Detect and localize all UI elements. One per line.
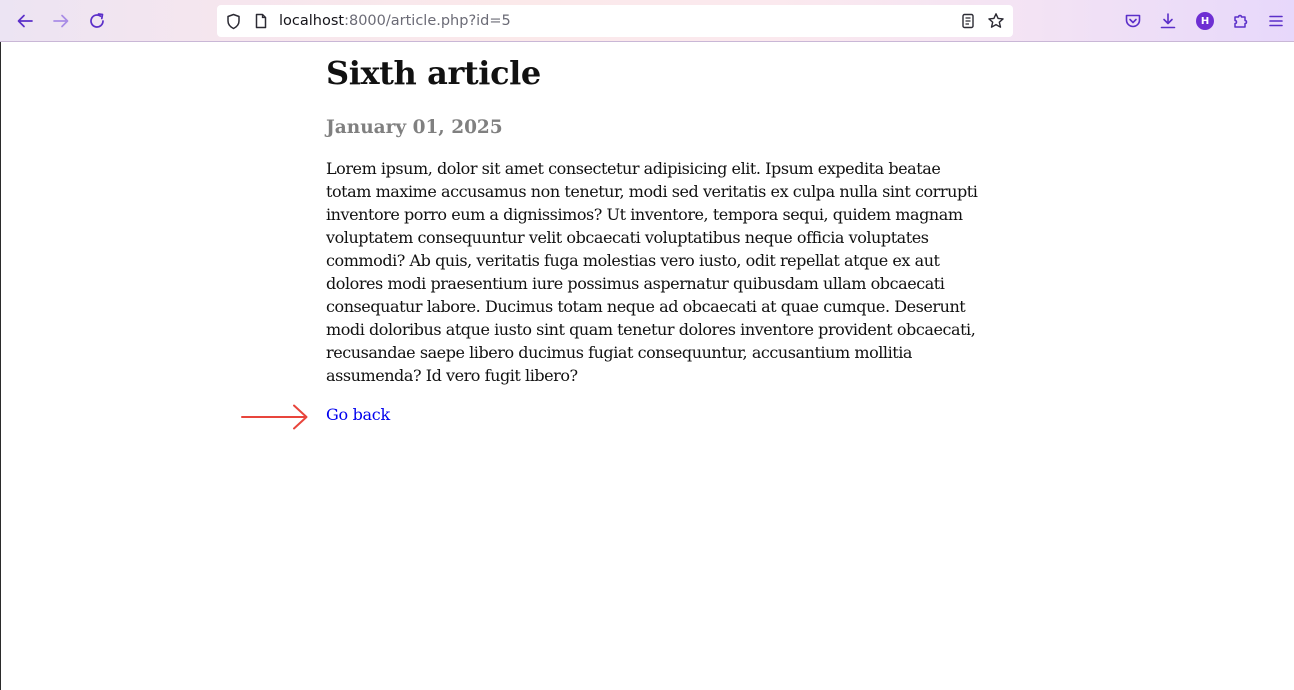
page-icon[interactable]	[252, 12, 270, 30]
account-avatar[interactable]: H	[1196, 12, 1214, 30]
article: Sixth article January 01, 2025 Lorem ips…	[326, 42, 986, 426]
url-text[interactable]: localhost:8000/article.php?id=5	[279, 12, 511, 30]
url-path: :8000/article.php?id=5	[344, 13, 511, 29]
reader-view-icon[interactable]	[959, 12, 977, 30]
shield-icon[interactable]	[224, 12, 242, 30]
url-host: localhost	[279, 13, 345, 29]
puzzle-icon[interactable]	[1227, 7, 1255, 35]
browser-toolbar: localhost:8000/article.php?id=5 H	[0, 0, 1294, 42]
article-date: January 01, 2025	[326, 117, 503, 138]
go-back-link[interactable]: Go back	[326, 403, 390, 426]
star-icon[interactable]	[987, 12, 1005, 30]
pocket-icon[interactable]	[1119, 7, 1147, 35]
article-body: Lorem ipsum, dolor sit amet consectetur …	[326, 159, 978, 385]
url-bar[interactable]: localhost:8000/article.php?id=5	[217, 5, 1013, 37]
reload-icon[interactable]	[83, 7, 111, 35]
back-arrow-icon[interactable]	[11, 7, 39, 35]
forward-arrow-icon[interactable]	[47, 7, 75, 35]
window-left-border	[0, 42, 1, 690]
article-title: Sixth article	[326, 54, 541, 92]
red-arrow-annotation-icon	[241, 404, 308, 430]
download-icon[interactable]	[1154, 7, 1182, 35]
hamburger-menu-icon[interactable]	[1262, 7, 1290, 35]
